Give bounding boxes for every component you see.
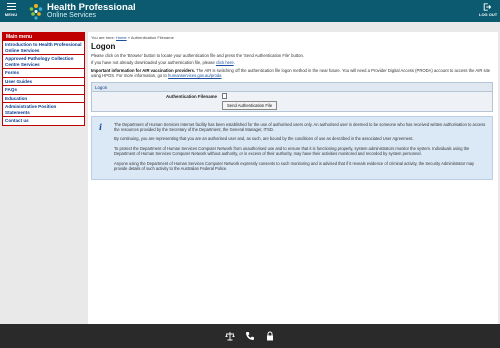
phone-icon[interactable] xyxy=(245,331,255,341)
main-menu: Main menu Introduction to Health Profess… xyxy=(2,32,85,126)
download-text: If you have not already downloaded your … xyxy=(91,60,495,65)
notice-paragraph: Anyone using the Department of Human Ser… xyxy=(114,160,475,172)
hamburger-icon xyxy=(6,3,16,10)
logon-form-row: Authentication Filename xyxy=(92,91,492,101)
intro-text: Please click on the 'Browse' button to l… xyxy=(91,53,304,58)
logon-form-actions: Send Authentication File xyxy=(92,100,492,111)
site-title: Health Professional xyxy=(47,1,136,13)
logout-button[interactable]: LOG OUT xyxy=(479,3,498,19)
proda-link[interactable]: humanservices.gov.au/proda xyxy=(168,73,221,78)
sidebar-item-pathology-centres[interactable]: Approved Pathology Collection Centre Ser… xyxy=(3,55,84,69)
logon-form: Logon Authentication Filename Send Authe… xyxy=(91,81,493,112)
security-notice: i The Department of Human Services Inter… xyxy=(91,115,493,181)
info-icon: i xyxy=(99,121,103,132)
air-notice-heading: Important information for AIR vaccinatio… xyxy=(91,67,196,73)
breadcrumb: You are here: Home » Authentication File… xyxy=(91,35,495,40)
logo-icon xyxy=(29,3,43,20)
download-link[interactable]: click here xyxy=(216,60,234,65)
menu-button[interactable]: MENU xyxy=(3,3,19,19)
send-authentication-file-button[interactable]: Send Authentication File xyxy=(222,101,278,111)
menu-label: MENU xyxy=(4,12,18,17)
breadcrumb-prefix: You are here: xyxy=(91,35,116,40)
sidebar-item-user-guides[interactable]: User Guides xyxy=(3,78,84,86)
sidebar-item-position-statements[interactable]: Administrative Position Statements xyxy=(3,103,84,117)
main-menu-heading: Main menu xyxy=(3,33,84,41)
sidebar-item-introduction[interactable]: Introduction to Health Professional Onli… xyxy=(3,41,84,55)
breadcrumb-current: Authentication Filename xyxy=(130,35,174,40)
notice-paragraph: To protect the Department of Human Servi… xyxy=(114,145,470,157)
download-text-lead: If you have not already downloaded your … xyxy=(91,60,217,66)
breadcrumb-home-link[interactable]: Home xyxy=(116,35,127,40)
site-footer xyxy=(0,324,500,348)
site-header: MENU Health Professional Online Services… xyxy=(0,0,500,22)
sidebar-item-education[interactable]: Education xyxy=(3,95,84,103)
page-title: Logon xyxy=(91,42,116,51)
notice-paragraph: The Department of Human Services Interne… xyxy=(114,121,486,133)
authentication-file-input[interactable] xyxy=(222,93,227,100)
logout-icon xyxy=(483,3,491,11)
sidebar-item-contact-us[interactable]: Contact us xyxy=(3,117,84,125)
site-subtitle: Online Services xyxy=(47,12,97,20)
sidebar-item-forms[interactable]: Forms xyxy=(3,69,84,78)
authentication-filename-label: Authentication Filename xyxy=(166,93,217,99)
lock-icon[interactable] xyxy=(265,331,275,341)
logon-form-heading: Logon xyxy=(92,82,492,92)
download-text-end: . xyxy=(233,60,235,66)
notice-paragraph: By continuing, you are representing that… xyxy=(114,136,414,142)
air-notice: Important information for AIR vaccinatio… xyxy=(91,68,495,79)
scales-icon[interactable] xyxy=(225,331,235,341)
main-content: You are here: Home » Authentication File… xyxy=(88,32,498,324)
sidebar-item-faqs[interactable]: FAQs xyxy=(3,86,84,95)
site-logo[interactable]: Health Professional Online Services xyxy=(28,1,136,21)
logout-label: LOG OUT xyxy=(479,12,498,17)
